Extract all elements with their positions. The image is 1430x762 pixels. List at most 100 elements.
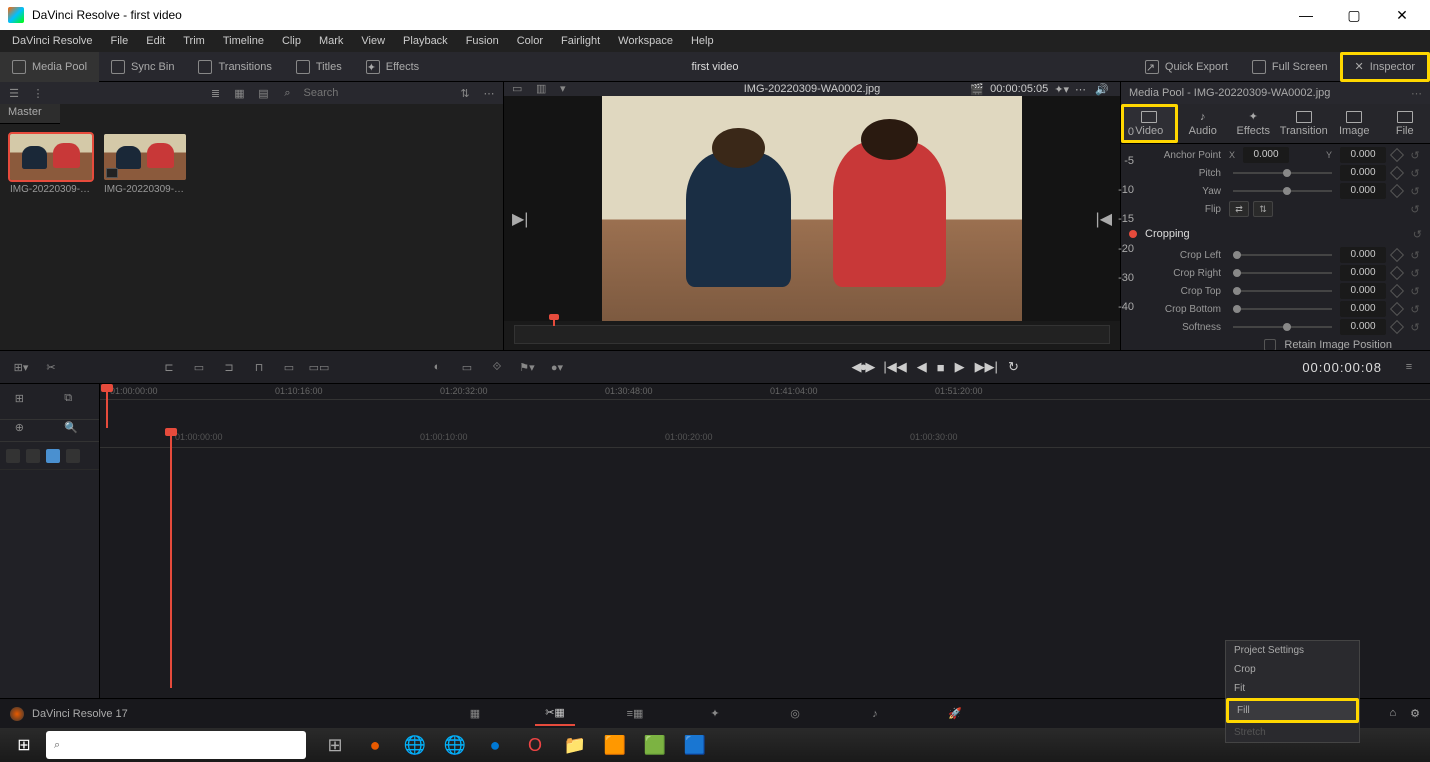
fusion-page-button[interactable]: ✦: [695, 702, 735, 726]
titles-button[interactable]: Titles: [284, 52, 354, 82]
menu-file[interactable]: File: [103, 33, 137, 49]
play-button[interactable]: ▶: [955, 359, 965, 375]
taskbar-edge2-icon[interactable]: ●: [476, 730, 514, 760]
dropdown-item-stretch[interactable]: Stretch: [1226, 723, 1359, 742]
stop-button[interactable]: ■: [937, 360, 945, 375]
cut-page-button[interactable]: ✂▦: [535, 702, 575, 726]
playhead-main[interactable]: [170, 428, 172, 688]
inspector-tab-file[interactable]: File: [1380, 104, 1430, 143]
taskbar-app-icon[interactable]: 🟦: [676, 730, 714, 760]
reset-button[interactable]: ↺: [1408, 149, 1422, 162]
timeline-ruler-main[interactable]: 01:00:00:00 01:00:10:00 01:00:20:00 01:0…: [100, 428, 1430, 448]
keyframe-button[interactable]: [1390, 320, 1404, 334]
overwrite-clip-icon[interactable]: ▭: [188, 356, 210, 378]
tool-icon[interactable]: ◐: [426, 356, 448, 378]
append-icon[interactable]: ▭: [278, 356, 300, 378]
reset-button[interactable]: ↺: [1408, 267, 1422, 280]
options-icon[interactable]: ⋯: [481, 85, 497, 101]
search-icon[interactable]: ⌕: [280, 85, 296, 101]
effects-button[interactable]: ✦Effects: [354, 52, 431, 82]
crop-left-field[interactable]: 0.000: [1340, 247, 1386, 263]
auto-select-icon[interactable]: [26, 449, 40, 463]
view-toggle-icon[interactable]: ⋮: [30, 85, 46, 101]
menu-workspace[interactable]: Workspace: [610, 33, 681, 49]
retain-position-checkbox[interactable]: [1264, 339, 1276, 350]
viewer-split-icon[interactable]: ▥: [536, 82, 554, 96]
anchor-x-field[interactable]: 0.000: [1243, 147, 1289, 163]
menu-view[interactable]: View: [353, 33, 393, 49]
dropdown-item-fit[interactable]: Fit: [1226, 679, 1359, 698]
marker-icon[interactable]: ●▾: [546, 356, 568, 378]
clip-thumb-1[interactable]: IMG-20220309-W...: [10, 134, 92, 195]
dropdown-item-project-settings[interactable]: Project Settings: [1226, 641, 1359, 660]
flag-icon[interactable]: ⚑▾: [516, 356, 538, 378]
replace-clip-icon[interactable]: ⊐: [218, 356, 240, 378]
first-frame-button[interactable]: |◀◀: [883, 359, 906, 375]
crop-top-slider[interactable]: [1233, 290, 1332, 292]
taskbar-explorer-icon[interactable]: 📁: [556, 730, 594, 760]
reset-button[interactable]: ↺: [1408, 321, 1422, 334]
reset-button[interactable]: ↺: [1408, 185, 1422, 198]
menu-fairlight[interactable]: Fairlight: [553, 33, 608, 49]
viewer-options-icon[interactable]: ⋯: [1075, 83, 1086, 96]
yaw-slider[interactable]: [1233, 190, 1332, 192]
menu-color[interactable]: Color: [509, 33, 551, 49]
start-button[interactable]: ⊞: [4, 730, 44, 760]
last-frame-button[interactable]: ▶▶|: [975, 359, 998, 375]
viewer-mini-timeline[interactable]: [514, 325, 1110, 344]
reset-button[interactable]: ↺: [1408, 249, 1422, 262]
taskbar-search[interactable]: ⌕: [46, 731, 306, 759]
inspector-tab-image[interactable]: Image: [1329, 104, 1380, 143]
flip-v-button[interactable]: ⇅: [1253, 201, 1273, 217]
taskbar-app-icon[interactable]: ●: [356, 730, 394, 760]
strip-view-icon[interactable]: ▤: [256, 85, 272, 101]
thumb-view-icon[interactable]: ▦: [232, 85, 248, 101]
menu-help[interactable]: Help: [683, 33, 722, 49]
taskbar-edge-icon[interactable]: 🌐: [436, 730, 474, 760]
close-button[interactable]: ✕: [1382, 0, 1422, 30]
keyframe-button[interactable]: [1390, 266, 1404, 280]
reset-button[interactable]: ↺: [1408, 203, 1422, 216]
crop-top-field[interactable]: 0.000: [1340, 283, 1386, 299]
quick-export-button[interactable]: ↗Quick Export: [1133, 52, 1240, 82]
timeline-ruler-top[interactable]: 01:00:00:00 01:10:16:00 01:20:32:00 01:3…: [100, 384, 1430, 400]
inspector-tab-effects[interactable]: ✦Effects: [1228, 104, 1279, 143]
menu-playback[interactable]: Playback: [395, 33, 456, 49]
maximize-button[interactable]: ▢: [1334, 0, 1374, 30]
bin-tab-master[interactable]: Master: [0, 104, 60, 124]
crop-right-field[interactable]: 0.000: [1340, 265, 1386, 281]
taskbar-app-icon[interactable]: 🟧: [596, 730, 634, 760]
reset-button[interactable]: ↺: [1408, 167, 1422, 180]
crop-right-slider[interactable]: [1233, 272, 1332, 274]
viewer-dropdown-icon[interactable]: ▾: [560, 82, 578, 96]
track-header[interactable]: [0, 442, 99, 470]
sync-bin-button[interactable]: Sync Bin: [99, 52, 186, 82]
prev-edit-button[interactable]: ▶|: [512, 209, 528, 229]
track-mute-icon[interactable]: [66, 449, 80, 463]
viewer-mode-icon[interactable]: ▭: [512, 82, 530, 96]
home-button[interactable]: ⌂: [1389, 707, 1396, 720]
keyframe-button[interactable]: [1390, 166, 1404, 180]
menu-mark[interactable]: Mark: [311, 33, 351, 49]
track-enable-icon[interactable]: [46, 449, 60, 463]
selection-tool-icon[interactable]: ⊞▾: [10, 356, 32, 378]
insert-clip-icon[interactable]: ⊏: [158, 356, 180, 378]
speaker-icon[interactable]: 🔊: [1092, 83, 1112, 96]
minimize-button[interactable]: —: [1286, 0, 1326, 30]
keyframe-button[interactable]: [1390, 148, 1404, 162]
deliver-page-button[interactable]: 🚀: [935, 702, 975, 726]
transitions-button[interactable]: Transitions: [186, 52, 283, 82]
color-page-button[interactable]: ◎: [775, 702, 815, 726]
media-pool-button[interactable]: Media Pool: [0, 52, 99, 82]
timeline-view-icon[interactable]: ⊞: [15, 392, 35, 412]
crop-bottom-slider[interactable]: [1233, 308, 1332, 310]
keyframe-button[interactable]: [1390, 184, 1404, 198]
inspector-tab-audio[interactable]: ♪Audio: [1178, 104, 1229, 143]
crop-bottom-field[interactable]: 0.000: [1340, 301, 1386, 317]
ripple-icon[interactable]: ▭▭: [308, 356, 330, 378]
prev-marker-icon[interactable]: ◀●▶: [851, 359, 873, 375]
taskbar-opera-icon[interactable]: O: [516, 730, 554, 760]
tool-icon[interactable]: ▭: [456, 356, 478, 378]
taskbar-chrome-icon[interactable]: 🌐: [396, 730, 434, 760]
list-view-icon[interactable]: ≣: [208, 85, 224, 101]
